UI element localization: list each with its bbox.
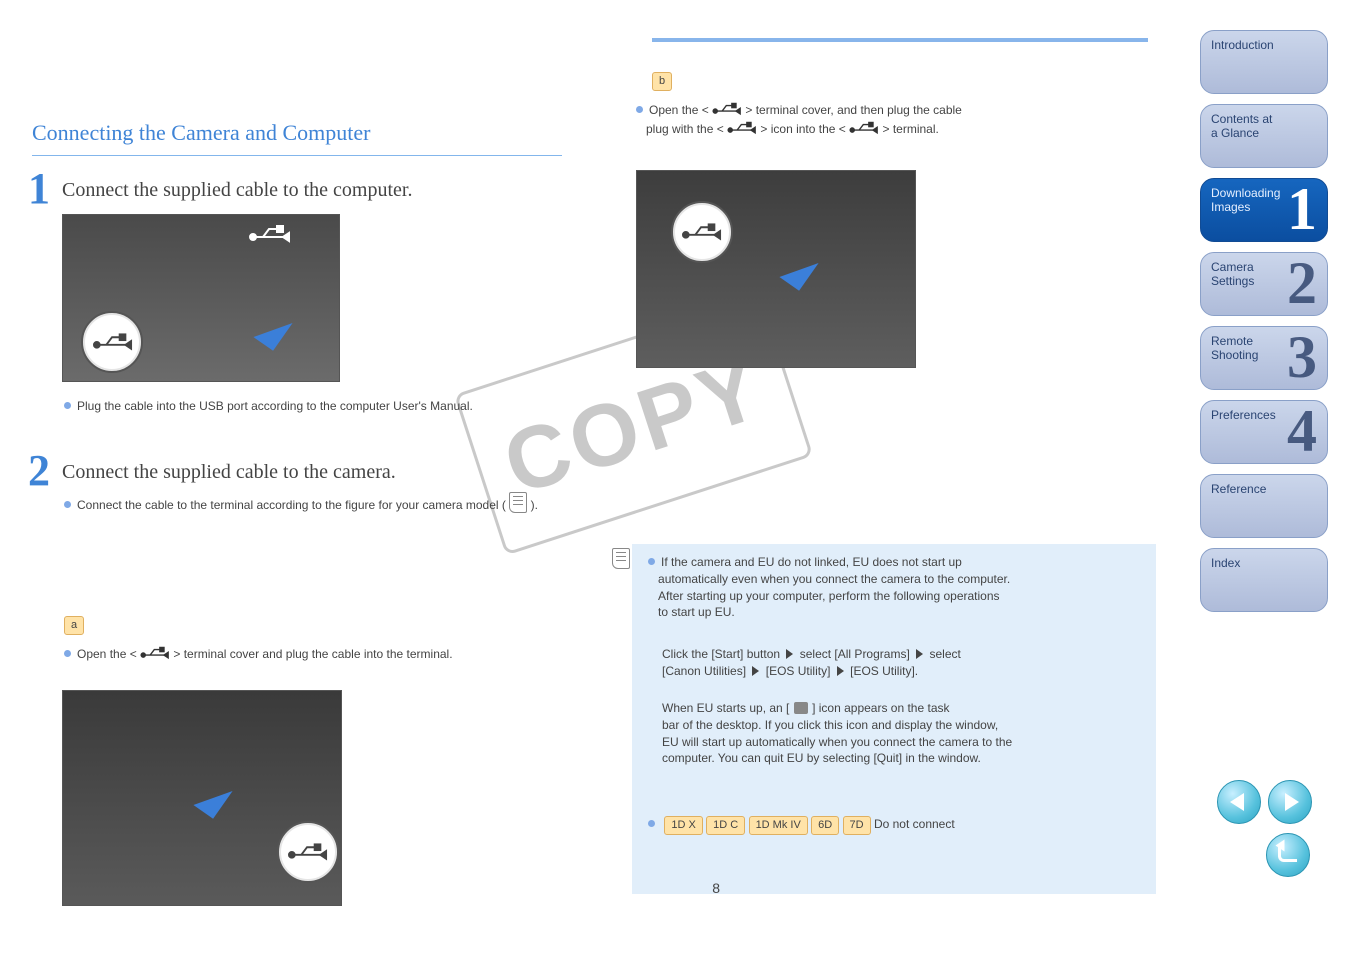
right-top-rule xyxy=(652,38,1148,42)
chapter-nav: Introduction Contents ata Glance Downloa… xyxy=(1200,30,1330,622)
usb-icon xyxy=(249,221,291,247)
usb-icon xyxy=(712,100,742,118)
nav-reference[interactable]: Reference xyxy=(1200,474,1328,538)
step-1-bullet: Plug the cable into the USB port accordi… xyxy=(64,398,554,415)
note-icon-wrap xyxy=(612,548,630,574)
nav-chapter-3[interactable]: RemoteShooting3 xyxy=(1200,326,1328,390)
nav-chapter-1[interactable]: DownloadingImages1 xyxy=(1200,178,1328,242)
triangle-right-icon xyxy=(916,649,923,659)
model-badge: 6D xyxy=(811,816,839,835)
heading-rule xyxy=(32,155,562,156)
page-nav-controls xyxy=(1215,778,1314,884)
next-page-button[interactable] xyxy=(1268,780,1312,824)
note-icon xyxy=(612,548,630,569)
group-a-text: Open the < > terminal cover and plug the… xyxy=(64,644,564,663)
usb-callout-circle xyxy=(277,821,339,883)
figure-usb-computer xyxy=(62,214,340,382)
model-badge: 1D C xyxy=(706,816,745,835)
nav-introduction[interactable]: Introduction xyxy=(1200,30,1328,94)
note-icon xyxy=(509,492,527,513)
usb-icon xyxy=(140,644,170,662)
badge-b: b xyxy=(652,72,672,91)
model-badge: 1D X xyxy=(664,816,702,835)
step-number-1: 1 xyxy=(28,158,50,220)
note-para-1: If the camera and EU do not linked, EU d… xyxy=(648,554,1148,621)
usb-callout-circle xyxy=(671,201,733,263)
model-badge: 1D Mk IV xyxy=(749,816,808,835)
triangle-right-icon xyxy=(786,649,793,659)
group-a: a xyxy=(64,616,564,635)
step-2-title: Connect the supplied cable to the camera… xyxy=(62,458,552,486)
app-icon xyxy=(793,701,809,715)
usb-icon xyxy=(849,119,879,137)
group-b: b xyxy=(652,72,1162,91)
triangle-right-icon xyxy=(837,666,844,676)
model-badge: 7D xyxy=(843,816,871,835)
figure-camera-usb-a xyxy=(62,690,342,906)
nav-index[interactable]: Index xyxy=(1200,548,1328,612)
arrow-icon xyxy=(193,777,232,819)
nav-contents[interactable]: Contents ata Glance xyxy=(1200,104,1328,168)
note-path: Click the [Start] button select [All Pro… xyxy=(662,646,1152,680)
prev-page-button[interactable] xyxy=(1217,780,1261,824)
usb-icon xyxy=(727,119,757,137)
figure-camera-usb-b xyxy=(636,170,916,368)
nav-chapter-4[interactable]: Preferences4 xyxy=(1200,400,1328,464)
note-para-2: When EU starts up, an [ ] icon appears o… xyxy=(662,700,1152,767)
nav-chapter-2[interactable]: CameraSettings2 xyxy=(1200,252,1328,316)
section-heading-wrap: Connecting the Camera and Computer xyxy=(32,118,562,156)
step-2-bullet: Connect the cable to the terminal accord… xyxy=(64,492,564,518)
arrow-icon xyxy=(253,309,292,351)
group-b-text: Open the < > terminal cover, and then pl… xyxy=(636,100,1156,138)
step-number-2: 2 xyxy=(28,440,50,502)
step-1-title: Connect the supplied cable to the comput… xyxy=(62,176,552,204)
section-heading: Connecting the Camera and Computer xyxy=(32,118,562,149)
note-badge-row: 1D X 1D C 1D Mk IV 6D 7D Do not connect xyxy=(648,816,1148,835)
badge-a: a xyxy=(64,616,84,635)
usb-callout-circle xyxy=(81,311,143,373)
arrow-icon xyxy=(779,249,818,291)
return-button[interactable] xyxy=(1266,833,1310,877)
page-number: 8 xyxy=(712,879,720,899)
triangle-right-icon xyxy=(752,666,759,676)
